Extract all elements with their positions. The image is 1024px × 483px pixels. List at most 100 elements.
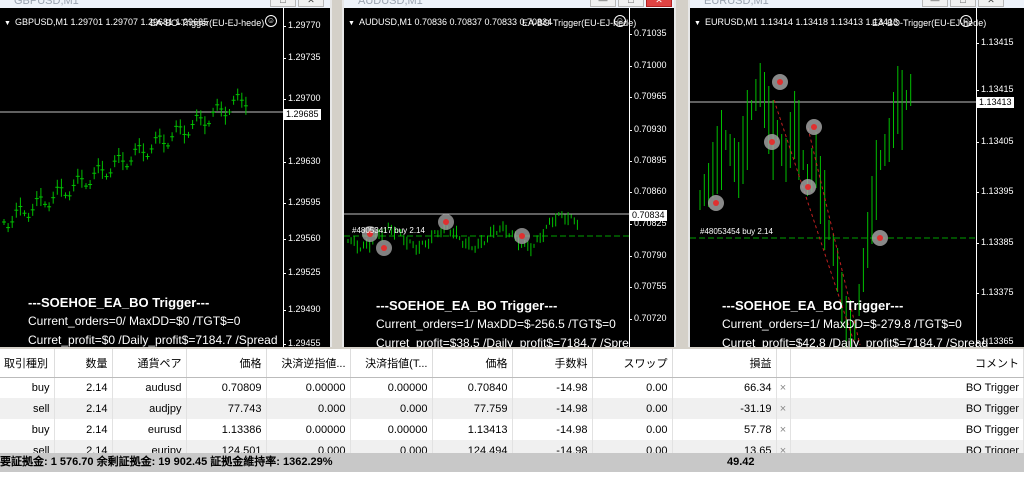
tick-label: 0.70860 xyxy=(629,186,667,196)
cell-current-price: 77.759 xyxy=(432,398,513,419)
tick-label: 1.29630 xyxy=(283,156,321,166)
overlay-profit: Curret_profit=$0 /Daily_profit$=7184.7 /… xyxy=(28,333,278,347)
trade-marker-dot xyxy=(519,233,525,239)
col-header-sl[interactable]: 決済逆指値... xyxy=(266,349,351,378)
tick-label: 1.13405 xyxy=(976,136,1014,146)
overlay-title: ---SOEHOE_EA_BO Trigger--- xyxy=(376,298,558,313)
price-axis: 1.13415 1.13413 1.13415 1.13405 1.13395 … xyxy=(976,8,1024,347)
cell-type: buy xyxy=(0,377,55,398)
dropdown-triangle-icon[interactable]: ▼ xyxy=(694,20,701,27)
cell-profit: 57.78 xyxy=(672,419,777,440)
dropdown-triangle-icon[interactable]: ▼ xyxy=(348,20,355,27)
close-order-icon[interactable]: × xyxy=(776,377,791,398)
overlay-orders: Current_orders=1/ MaxDD=$-279.8 /TGT$=0 xyxy=(722,317,962,331)
overlay-profit: Curret_profit=$38.5 /Daily_profit$=7184.… xyxy=(376,336,629,347)
trade-marker-dot xyxy=(713,200,719,206)
cell-type: sell xyxy=(0,398,55,419)
overlay-orders: Current_orders=0/ MaxDD=$0 /TGT$=0 xyxy=(28,314,241,328)
cell-pair: audusd xyxy=(112,377,187,398)
tick-label: 1.13395 xyxy=(976,186,1014,196)
tick-label: 1.29560 xyxy=(283,233,321,243)
cell-tp[interactable]: 0.00000 xyxy=(350,377,433,398)
tick-label: 0.71035 xyxy=(629,28,667,38)
price-axis: 0.71035 0.71000 0.70965 0.70930 0.70895 … xyxy=(629,8,674,347)
chart-window-gbpusd[interactable]: GBPUSD,M1 □ ✕ ▼ GBPUSD,M1 1.29701 1.29707 … xyxy=(0,0,332,347)
price-axis: 1.29770 1.29735 1.29700 1.29685 1.29630 … xyxy=(283,8,330,347)
tick-label: 1.13385 xyxy=(976,237,1014,247)
overlay-orders: Current_orders=1/ MaxDD=$-256.5 /TGT$=0 xyxy=(376,317,616,331)
tick-label: 1.29700 xyxy=(283,93,321,103)
bid-price-tag: 1.29685 xyxy=(284,109,321,120)
cell-price: 77.743 xyxy=(186,398,267,419)
cell-profit: 66.34 xyxy=(672,377,777,398)
close-button[interactable]: ✕ xyxy=(978,0,1004,7)
close-button[interactable]: ✕ xyxy=(646,0,672,7)
col-header-volume[interactable]: 数量 xyxy=(54,349,113,378)
close-button[interactable]: ✕ xyxy=(298,0,324,7)
col-header-type[interactable]: 取引種別 xyxy=(0,349,55,378)
cell-comment: BO Trigger xyxy=(790,377,1024,398)
price-chart[interactable] xyxy=(690,0,976,347)
tick-label: 1.29525 xyxy=(283,267,321,277)
cell-profit: -31.19 xyxy=(672,398,777,419)
tick-label: 0.70790 xyxy=(629,250,667,260)
close-order-icon[interactable]: × xyxy=(776,419,791,440)
table-row[interactable]: sell 2.14 audjpy 77.743 0.000 0.000 77.7… xyxy=(0,398,1024,419)
chart-window-eurusd[interactable]: EURUSD,M1 — □ ✕ ▼ EURUSD,M1 1.13414 1.13418… xyxy=(688,0,1024,347)
tick-label: 0.70825 xyxy=(629,218,667,228)
chart-window-audusd[interactable]: AUDUSD,M1 — □ ✕ ▼ AUDUSD,M1 0.70836 0.70837… xyxy=(342,0,676,347)
cell-current-price: 0.70840 xyxy=(432,377,513,398)
col-header-price[interactable]: 価格 xyxy=(186,349,267,378)
cell-tp[interactable]: 0.00000 xyxy=(350,419,433,440)
cell-price: 0.70809 xyxy=(186,377,267,398)
tick-label: 1.13375 xyxy=(976,287,1014,297)
col-header-comment[interactable]: コメント xyxy=(790,349,1024,378)
table-row[interactable]: buy 2.14 audusd 0.70809 0.00000 0.00000 … xyxy=(0,377,1024,398)
tick-label: 0.70755 xyxy=(629,281,667,291)
tick-label: 1.13415 xyxy=(976,37,1014,47)
cell-comment: BO Trigger xyxy=(790,419,1024,440)
col-header-profit[interactable]: 損益 xyxy=(672,349,777,378)
overlay-profit: Curret_profit=$42.8 /Daily_profit$=7184.… xyxy=(722,336,989,347)
ea-status-overlay: ---SOEHOE_EA_BO Trigger--- Current_order… xyxy=(28,295,278,347)
price-chart[interactable] xyxy=(344,0,630,347)
cell-volume: 2.14 xyxy=(54,398,113,419)
close-order-icon[interactable]: × xyxy=(776,398,791,419)
trade-marker-dot xyxy=(381,245,387,251)
col-header-tp[interactable]: 決済指値(T... xyxy=(350,349,433,378)
trade-marker-dot xyxy=(805,184,811,190)
table-row[interactable]: buy 2.14 eurusd 1.13386 0.00000 0.00000 … xyxy=(0,419,1024,440)
cell-current-price: 1.13413 xyxy=(432,419,513,440)
cell-volume: 2.14 xyxy=(54,419,113,440)
margin-summary: 要証拠金: 1 576.70 余剰証拠金: 19 902.45 証拠金維持率: … xyxy=(0,456,333,468)
trade-marker-dot xyxy=(777,79,783,85)
cell-sl[interactable]: 0.00000 xyxy=(266,419,351,440)
dropdown-triangle-icon[interactable]: ▼ xyxy=(4,20,11,27)
tick-label: 1.29490 xyxy=(283,304,321,314)
smiley-icon: ☺ xyxy=(614,15,626,27)
ea-status-overlay: ---SOEHOE_EA_BO Trigger--- Current_order… xyxy=(722,298,988,347)
tick-label: 0.70895 xyxy=(629,155,667,165)
cell-tp[interactable]: 0.000 xyxy=(350,398,433,419)
cell-swap: 0.00 xyxy=(592,398,673,419)
cell-pair: audjpy xyxy=(112,398,187,419)
cell-commission: -14.98 xyxy=(512,398,593,419)
symbol-info: ▼ EURUSD,M1 1.13414 1.13418 1.13413 1.134… xyxy=(694,17,899,27)
cell-price: 1.13386 xyxy=(186,419,267,440)
cell-sl[interactable]: 0.00000 xyxy=(266,377,351,398)
cell-pair: eurusd xyxy=(112,419,187,440)
cell-sl[interactable]: 0.000 xyxy=(266,398,351,419)
cell-commission: -14.98 xyxy=(512,419,593,440)
col-header-current-price[interactable]: 価格 xyxy=(432,349,513,378)
col-header-pair[interactable]: 通貨ペア xyxy=(112,349,187,378)
tick-label: 0.70720 xyxy=(629,313,667,323)
col-header-swap[interactable]: スワップ xyxy=(592,349,673,378)
overlay-title: ---SOEHOE_EA_BO Trigger--- xyxy=(722,298,904,313)
total-profit: 49.42 xyxy=(727,456,755,468)
cell-comment: BO Trigger xyxy=(790,398,1024,419)
bid-price-tag: 1.13413 xyxy=(977,97,1014,108)
tick-label: 0.70965 xyxy=(629,91,667,101)
tick-label: 1.29595 xyxy=(283,197,321,207)
trade-marker-dot xyxy=(811,124,817,130)
col-header-commission[interactable]: 手数料 xyxy=(512,349,593,378)
